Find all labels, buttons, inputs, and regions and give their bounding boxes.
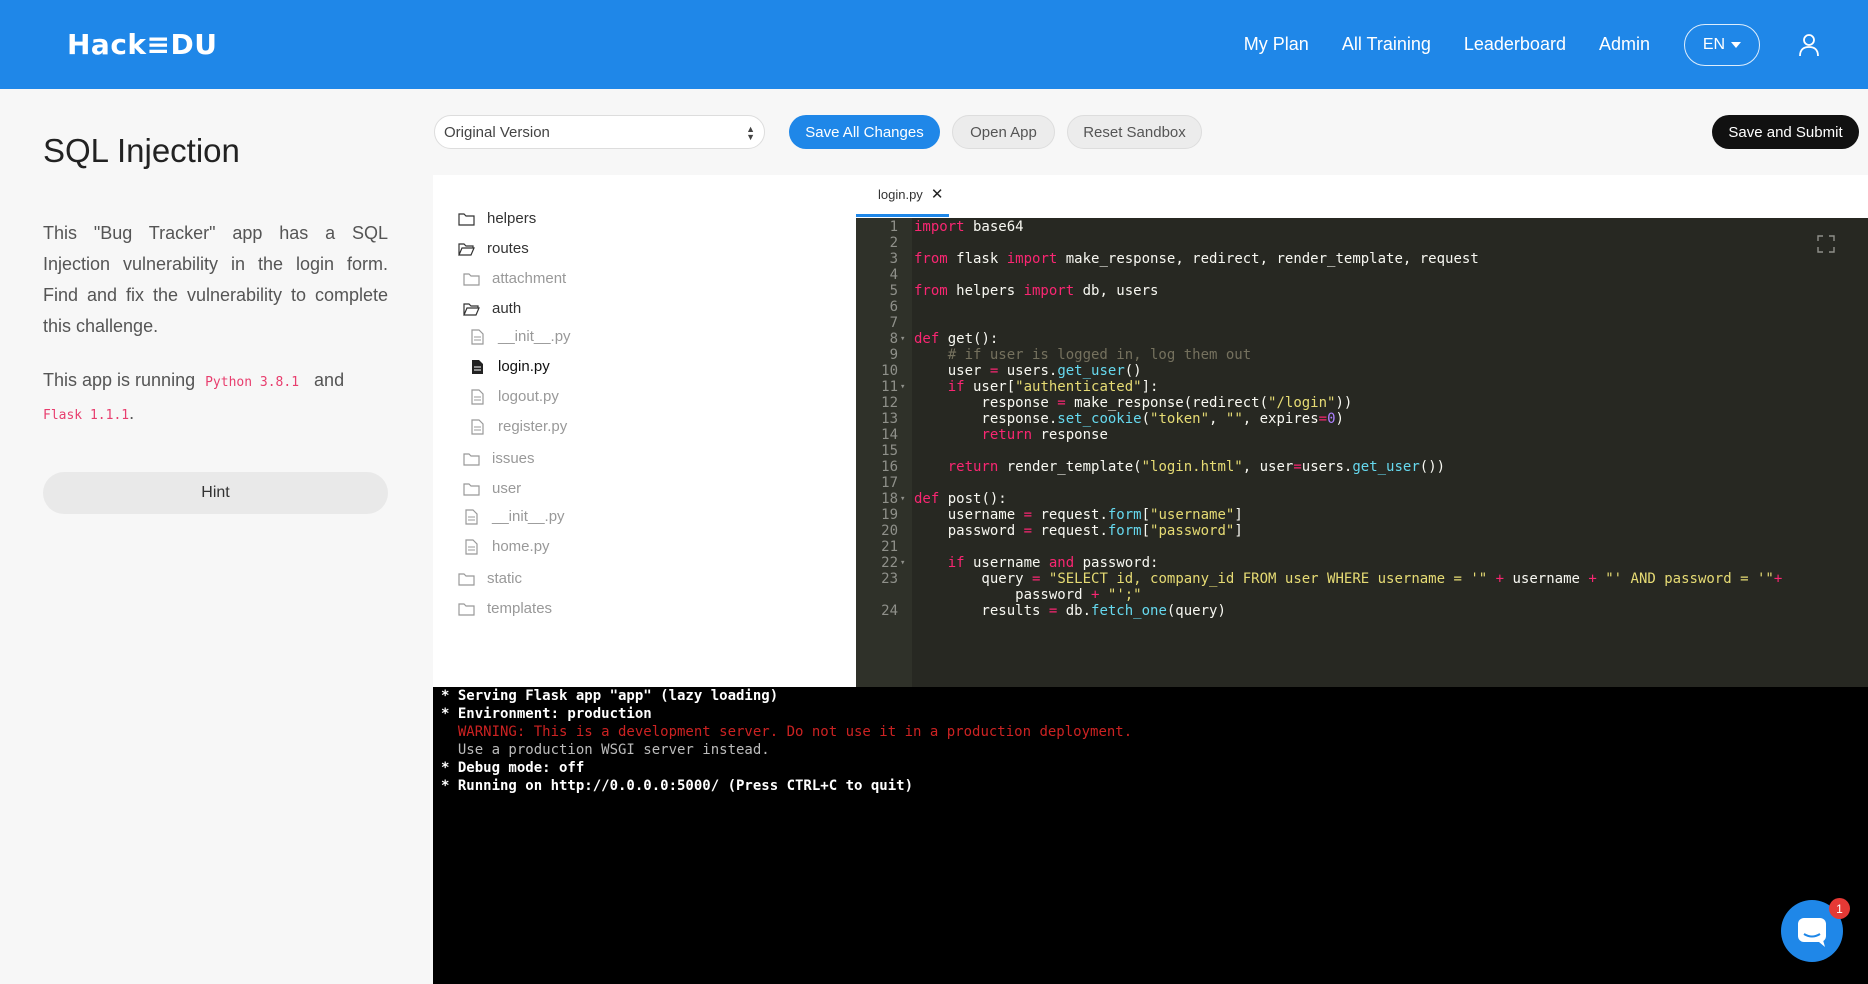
editor-tab-bar: login.py ✕ <box>856 175 1868 218</box>
tree-folder-helpers[interactable]: helpers <box>458 210 536 227</box>
challenge-description: This "Bug Tracker" app has a SQL Injecti… <box>43 223 388 336</box>
folder-icon <box>463 452 480 466</box>
user-icon[interactable] <box>1798 33 1820 57</box>
flask-version: Flask 1.1.1 <box>43 408 130 423</box>
tree-folder-templates[interactable]: templates <box>458 600 552 617</box>
fullscreen-icon[interactable] <box>1817 235 1835 253</box>
nav-leaderboard[interactable]: Leaderboard <box>1464 34 1566 55</box>
active-tab-indicator <box>856 214 949 217</box>
python-version: Python 3.8.1 <box>205 375 300 390</box>
main-nav: My Plan All Training Leaderboard Admin E… <box>1244 0 1868 89</box>
tree-folder-static[interactable]: static <box>458 570 522 587</box>
file-tree: helpers routes attachment auth __init__.… <box>433 175 857 687</box>
file-icon <box>471 418 484 435</box>
console-line: Use a production WSGI server instead. <box>441 742 770 758</box>
folder-icon <box>458 572 475 586</box>
tree-item-label: home.py <box>492 538 550 555</box>
nav-admin[interactable]: Admin <box>1599 34 1650 55</box>
folder-open-icon <box>463 302 480 316</box>
tree-file-register[interactable]: register.py <box>469 418 567 435</box>
folder-icon <box>463 272 480 286</box>
folder-icon <box>463 482 480 496</box>
console-line: * Serving Flask app "app" (lazy loading) <box>441 688 779 704</box>
version-select-value: Original Version <box>444 123 550 141</box>
code-editor[interactable]: 1 import base64 2 3 from flask import make… <box>856 218 1868 687</box>
top-navbar: Hack≡DU My Plan All Training Leaderboard… <box>0 0 1868 89</box>
tree-file-routes-init[interactable]: __init__.py <box>463 508 565 525</box>
nav-my-plan[interactable]: My Plan <box>1244 34 1309 55</box>
line-number: 24 <box>881 603 898 619</box>
tree-file-home[interactable]: home.py <box>463 538 550 555</box>
tree-item-label: templates <box>487 600 553 617</box>
console-line: * Running on http://0.0.0.0:5000/ (Press… <box>441 778 914 794</box>
language-dropdown[interactable]: EN <box>1684 23 1760 66</box>
tab-login-py[interactable]: login.py ✕ <box>878 185 943 203</box>
file-filled-icon <box>472 359 483 374</box>
tree-item-label: static <box>487 570 523 587</box>
folder-icon <box>458 602 475 616</box>
file-icon <box>465 538 478 555</box>
tab-label: login.py <box>878 186 923 202</box>
select-arrows-icon: ▲ ▼ <box>746 124 755 142</box>
runtime-and: and <box>314 370 345 390</box>
save-all-changes-button[interactable]: Save All Changes <box>789 115 940 149</box>
tree-file-auth-init[interactable]: __init__.py <box>469 328 571 345</box>
console-warning-line: WARNING: This is a development server. D… <box>441 724 1133 740</box>
tree-folder-attachment[interactable]: attachment <box>463 270 566 287</box>
open-app-button[interactable]: Open App <box>952 115 1055 149</box>
tree-item-label: user <box>492 480 522 497</box>
reset-sandbox-button[interactable]: Reset Sandbox <box>1067 115 1202 149</box>
runtime-info: This app is running Python 3.8.1 and Flas… <box>43 365 388 431</box>
file-icon <box>471 388 484 405</box>
folder-icon <box>458 212 475 226</box>
challenge-title: SQL Injection <box>43 132 240 169</box>
tree-item-label: register.py <box>498 418 568 435</box>
tree-item-label: auth <box>492 300 522 317</box>
tree-item-label: login.py <box>498 358 550 375</box>
runtime-period: . <box>129 403 135 423</box>
file-icon <box>465 508 478 525</box>
tree-folder-routes[interactable]: routes <box>458 240 529 257</box>
tree-folder-auth[interactable]: auth <box>463 300 521 317</box>
notification-badge: 1 <box>1829 898 1850 919</box>
file-icon <box>471 328 484 345</box>
close-icon[interactable]: ✕ <box>931 185 944 203</box>
tree-item-label: attachment <box>492 270 567 287</box>
nav-all-training[interactable]: All Training <box>1342 34 1431 55</box>
terminal-console[interactable]: * Serving Flask app "app" (lazy loading)… <box>433 687 1868 984</box>
tree-folder-user[interactable]: user <box>463 480 521 497</box>
tree-item-label: __init__.py <box>492 508 565 525</box>
hint-button[interactable]: Hint <box>43 472 388 514</box>
tree-item-label: logout.py <box>498 388 559 405</box>
tree-folder-issues[interactable]: issues <box>463 450 535 467</box>
tree-file-logout[interactable]: logout.py <box>469 388 559 405</box>
hackedu-logo[interactable]: Hack≡DU <box>67 28 218 61</box>
tree-item-label: helpers <box>487 210 537 227</box>
caret-down-icon <box>1731 41 1742 48</box>
save-and-submit-button[interactable]: Save and Submit <box>1712 115 1859 149</box>
tree-item-label: routes <box>487 240 529 257</box>
tree-item-label: issues <box>492 450 535 467</box>
code-line: results = db.fetch_one(query) <box>914 603 1226 619</box>
version-select[interactable]: Original Version ▲ ▼ <box>434 115 765 149</box>
tree-file-login[interactable]: login.py <box>469 358 550 375</box>
language-label: EN <box>1702 35 1726 53</box>
tree-item-label: __init__.py <box>498 328 571 345</box>
console-line: * Environment: production <box>441 706 652 722</box>
runtime-prefix: This app is running <box>43 370 196 390</box>
console-line: * Debug mode: off <box>441 760 585 776</box>
folder-open-icon <box>458 242 475 256</box>
